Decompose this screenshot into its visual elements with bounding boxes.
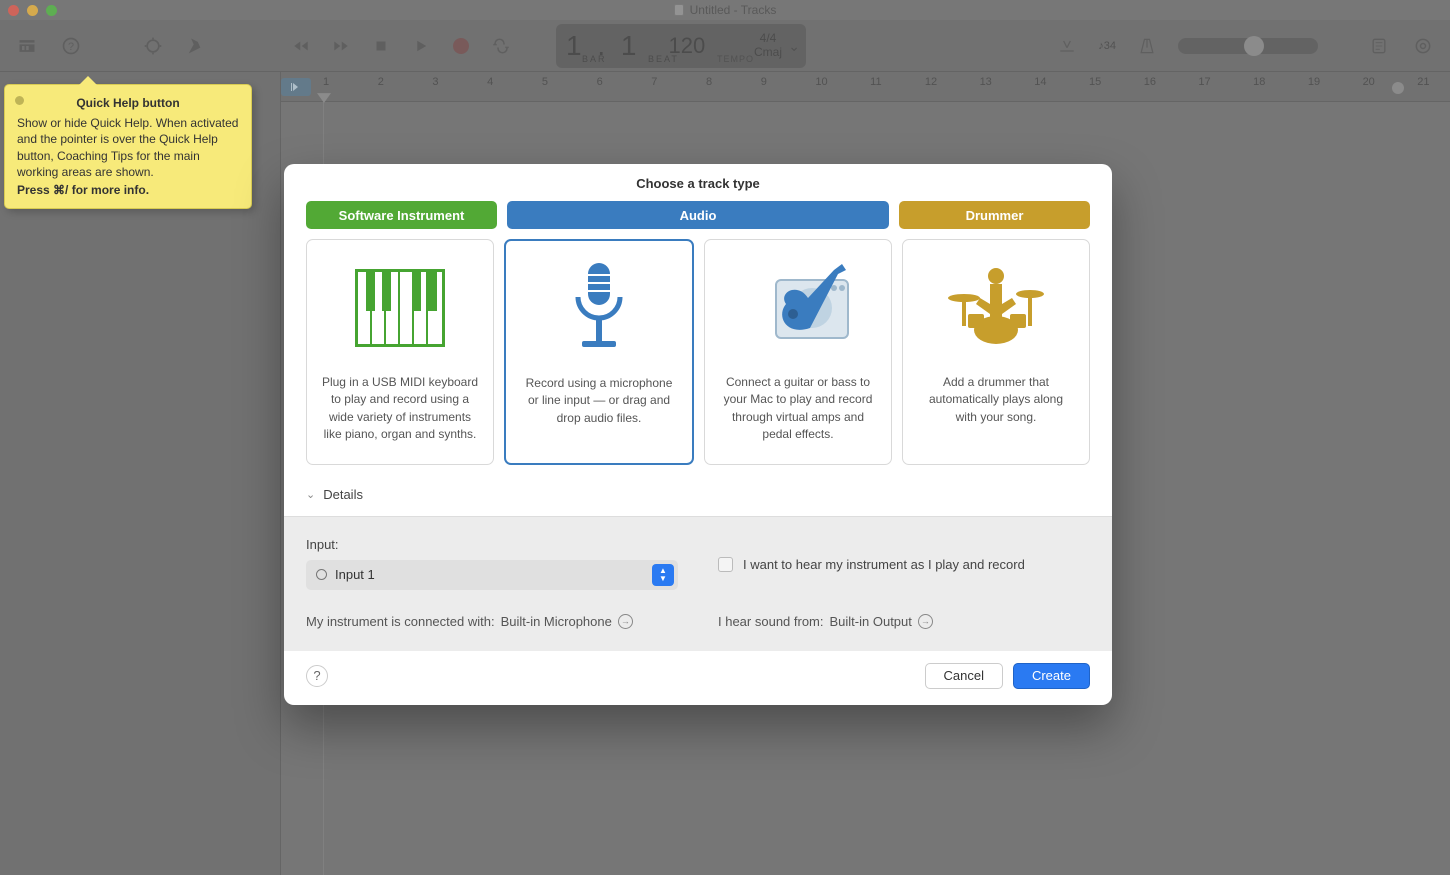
playhead-marker[interactable] bbox=[317, 90, 331, 108]
ruler-tick: 9 bbox=[761, 76, 767, 88]
play-button[interactable] bbox=[408, 33, 434, 59]
hear-prefix: I hear sound from: bbox=[718, 614, 824, 629]
ruler-tick: 7 bbox=[651, 76, 657, 88]
arrow-circle-icon[interactable]: → bbox=[618, 614, 633, 629]
stepper-arrows-icon: ▲▼ bbox=[652, 564, 674, 586]
input-select[interactable]: Input 1 ▲▼ bbox=[306, 560, 678, 590]
forward-button[interactable] bbox=[328, 33, 354, 59]
lcd-key: Cmaj bbox=[754, 46, 782, 59]
card-desc: Add a drummer that automatically plays a… bbox=[917, 374, 1075, 426]
cancel-button[interactable]: Cancel bbox=[925, 663, 1003, 689]
library-icon[interactable] bbox=[14, 33, 40, 59]
metronome-icon[interactable] bbox=[1134, 33, 1160, 59]
ruler-tick: 4 bbox=[487, 76, 493, 88]
microphone-icon bbox=[539, 259, 659, 359]
tooltip-press: Press ⌘/ for more info. bbox=[17, 182, 239, 198]
card-desc: Plug in a USB MIDI keyboard to play and … bbox=[321, 374, 479, 444]
ruler-tick: 17 bbox=[1198, 76, 1210, 88]
help-button[interactable]: ? bbox=[306, 665, 328, 687]
ruler-tick: 20 bbox=[1363, 76, 1375, 88]
details-label: Details bbox=[323, 487, 363, 502]
lcd-beat-label: BEAT bbox=[648, 54, 679, 64]
tab-software-instrument[interactable]: Software Instrument bbox=[306, 201, 497, 229]
ruler-tick: 12 bbox=[925, 76, 937, 88]
piano-icon bbox=[340, 258, 460, 358]
ruler-tick: 19 bbox=[1308, 76, 1320, 88]
svg-text:?: ? bbox=[68, 41, 74, 53]
ruler-tick: 18 bbox=[1253, 76, 1265, 88]
details-disclosure[interactable]: ⌄ Details bbox=[284, 479, 1112, 516]
guitar-amp-icon bbox=[738, 258, 858, 358]
lcd-bar-label: BAR bbox=[582, 54, 607, 64]
lcd-display[interactable]: 1 . 1 BAR BEAT 120 TEMPO 4/4 Cmaj ⌄ bbox=[556, 24, 806, 68]
toolbar: ? 1 . 1 BAR BEAT 120 TEMPO 4/4 Cmaj bbox=[0, 20, 1450, 72]
ruler-tick: 3 bbox=[432, 76, 438, 88]
connected-device: Built-in Microphone bbox=[501, 614, 612, 629]
tooltip-body: Show or hide Quick Help. When activated … bbox=[17, 115, 239, 180]
cycle-button[interactable] bbox=[488, 33, 514, 59]
monitor-checkbox[interactable] bbox=[718, 557, 733, 572]
ruler-tick: 13 bbox=[980, 76, 992, 88]
input-ring-icon bbox=[316, 569, 327, 580]
monitor-label: I want to hear my instrument as I play a… bbox=[743, 557, 1025, 572]
document-icon bbox=[674, 4, 684, 16]
dialog-title: Choose a track type bbox=[284, 164, 1112, 201]
smart-controls-icon[interactable] bbox=[140, 33, 166, 59]
quick-help-icon[interactable]: ? bbox=[58, 33, 84, 59]
card-audio-guitar[interactable]: Connect a guitar or bass to your Mac to … bbox=[704, 239, 892, 465]
create-button[interactable]: Create bbox=[1013, 663, 1090, 689]
editors-icon[interactable] bbox=[184, 33, 210, 59]
new-track-dialog: Choose a track type Software Instrument … bbox=[284, 164, 1112, 705]
cycle-region[interactable] bbox=[281, 78, 311, 96]
record-button[interactable] bbox=[448, 33, 474, 59]
stop-button[interactable] bbox=[368, 33, 394, 59]
notepad-icon[interactable] bbox=[1366, 33, 1392, 59]
output-device: Built-in Output bbox=[830, 614, 912, 629]
input-label: Input: bbox=[306, 537, 678, 552]
project-end-marker[interactable] bbox=[1392, 82, 1404, 94]
tooltip-title: Quick Help button bbox=[17, 95, 239, 111]
drummer-icon bbox=[936, 258, 1056, 358]
ruler-tick: 15 bbox=[1089, 76, 1101, 88]
chevron-down-icon: ⌄ bbox=[306, 488, 315, 501]
lcd-tempo-label: TEMPO bbox=[717, 54, 754, 64]
tab-audio[interactable]: Audio bbox=[507, 201, 889, 229]
card-desc: Record using a microphone or line input … bbox=[520, 375, 678, 427]
count-in-badge[interactable]: ♪34 bbox=[1098, 40, 1116, 52]
quick-help-tooltip: Quick Help button Show or hide Quick Hel… bbox=[4, 84, 252, 209]
ruler[interactable]: 12345678910111213141516171819202122 bbox=[281, 72, 1450, 102]
master-volume-slider[interactable] bbox=[1178, 38, 1318, 54]
ruler-tick: 6 bbox=[597, 76, 603, 88]
tuner-icon[interactable] bbox=[1054, 33, 1080, 59]
ruler-tick: 8 bbox=[706, 76, 712, 88]
ruler-tick: 14 bbox=[1034, 76, 1046, 88]
ruler-tick: 16 bbox=[1144, 76, 1156, 88]
ruler-tick: 2 bbox=[378, 76, 384, 88]
card-drummer[interactable]: Add a drummer that automatically plays a… bbox=[902, 239, 1090, 465]
chevron-down-icon[interactable]: ⌄ bbox=[788, 38, 800, 55]
ruler-tick: 11 bbox=[870, 76, 881, 88]
ruler-tick: 5 bbox=[542, 76, 548, 88]
track-type-tabs: Software Instrument Audio Drummer bbox=[284, 201, 1112, 239]
ruler-tick: 1 bbox=[323, 76, 329, 88]
ruler-tick: 21 bbox=[1417, 76, 1429, 88]
lcd-timesig: 4/4 bbox=[754, 32, 782, 45]
connected-prefix: My instrument is connected with: bbox=[306, 614, 495, 629]
tooltip-dot-icon bbox=[15, 96, 24, 105]
loop-browser-icon[interactable] bbox=[1410, 33, 1436, 59]
card-software-instrument[interactable]: Plug in a USB MIDI keyboard to play and … bbox=[306, 239, 494, 465]
card-audio-microphone[interactable]: Record using a microphone or line input … bbox=[504, 239, 694, 465]
card-desc: Connect a guitar or bass to your Mac to … bbox=[719, 374, 877, 444]
tab-drummer[interactable]: Drummer bbox=[899, 201, 1090, 229]
titlebar: Untitled - Tracks bbox=[0, 0, 1450, 20]
rewind-button[interactable] bbox=[288, 33, 314, 59]
window-title: Untitled - Tracks bbox=[690, 3, 777, 17]
ruler-tick: 10 bbox=[815, 76, 827, 88]
input-value: Input 1 bbox=[335, 567, 375, 582]
arrow-circle-icon[interactable]: → bbox=[918, 614, 933, 629]
transport-controls bbox=[288, 33, 514, 59]
